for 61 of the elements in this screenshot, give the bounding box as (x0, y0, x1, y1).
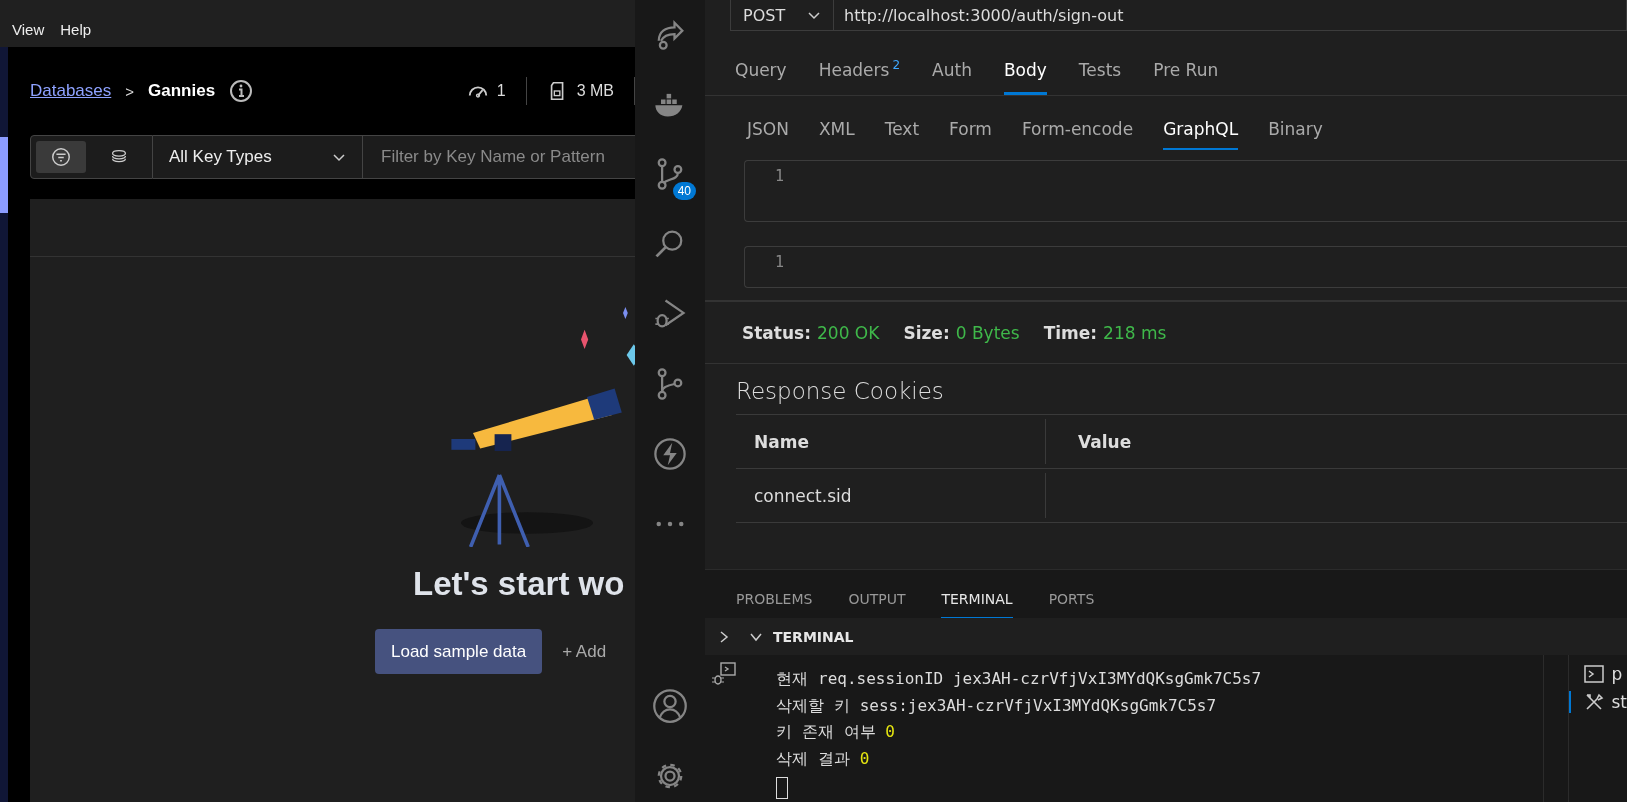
filter-mode-button[interactable] (36, 141, 86, 173)
request-tab[interactable]: Query (735, 60, 787, 95)
account-icon[interactable] (652, 688, 688, 724)
request-tab[interactable]: Body (1003, 60, 1047, 95)
section-title: TERMINAL (773, 628, 854, 645)
panel-tab[interactable]: PORTS (1048, 591, 1095, 618)
menu-item[interactable]: View (12, 21, 45, 38)
metric-label: Status: (742, 322, 811, 343)
method-dropdown[interactable]: POST (730, 0, 834, 31)
body-type-tab[interactable]: Text (884, 119, 920, 150)
metric-value: 218 ms (1103, 322, 1167, 343)
lightning-icon[interactable] (652, 436, 688, 472)
terminal-icon (1583, 663, 1606, 685)
filter-field[interactable]: Filter by Key Name or Pattern (363, 135, 635, 179)
request-tab[interactable]: Headers $^{2}$ (818, 58, 901, 95)
key-type-dropdown[interactable]: All Key Types (153, 135, 363, 179)
panel-tab[interactable]: PROBLEMS (736, 591, 813, 618)
breadcrumb-link[interactable]: Databases (30, 81, 112, 101)
body-type-tab[interactable]: GraphQL (1163, 119, 1239, 150)
debug-console-icon[interactable] (711, 661, 737, 687)
metric-label: Size: (903, 322, 950, 343)
body-type-tab[interactable]: Binary (1268, 119, 1323, 150)
request-tab[interactable]: Pre Run (1153, 60, 1219, 95)
filter-icon (50, 146, 72, 168)
terminal-line: 키 존재 여부 0 (776, 722, 896, 743)
section-title: Response Cookies (736, 377, 945, 406)
stat-value: 1 (496, 82, 506, 100)
line-number: 1 (775, 167, 785, 185)
add-key-button[interactable]: + Add (558, 641, 611, 662)
code-editor[interactable]: 1 (744, 246, 1627, 288)
line-number: 1 (775, 253, 785, 271)
terminal-list-item[interactable]: p (1569, 663, 1627, 685)
menu-item[interactable]: Help (60, 21, 92, 38)
stat-value: 3 MB (576, 82, 614, 100)
load-sample-data-button[interactable]: Load sample data (375, 629, 543, 674)
info-icon[interactable] (229, 79, 254, 103)
metric-value: 200 OK (817, 322, 880, 343)
database-name: Gannies (148, 81, 216, 101)
body-type-tab[interactable]: Form-encode (1021, 119, 1134, 150)
table-cell: connect.sid (736, 473, 1046, 518)
code-editor[interactable]: 1 (744, 160, 1627, 222)
metric-label: Time: (1043, 322, 1098, 343)
column-header: Name (736, 419, 1046, 464)
url-field[interactable]: http://localhost:3000/auth/sign-out (834, 0, 1627, 31)
text-cursor (776, 777, 789, 799)
body-type-tab[interactable]: XML (818, 119, 855, 150)
metric-value: 0 Bytes (955, 322, 1020, 343)
terminal[interactable]: 현재 req.sessionID jex3AH-czrVfjVxI3MYdQKsgGmk7C5s7 삭제할 키 sess:jex3AH-czrVfjVxI3MYdQKsgGmk7C5s7 키 존재 여부 0 삭제 결과 0 (744, 655, 1545, 802)
panel-tab[interactable]: OUTPUT (848, 591, 906, 618)
breadcrumb-separator: > (125, 82, 135, 100)
terminal-list-item[interactable]: st (1569, 691, 1627, 713)
body-type-tab[interactable]: Form (949, 119, 992, 150)
empty-state-heading: Let's start wo (413, 565, 626, 603)
terminal-line: 삭제할 키 sess:jex3AH-czrVfjVxI3MYdQKsgGmk7C5s7 (776, 695, 1218, 717)
count-badge: 40 (672, 182, 696, 200)
column-header: Value (1077, 430, 1133, 454)
request-tab[interactable]: Auth (932, 60, 972, 95)
body-type-tab[interactable]: JSON (747, 119, 789, 150)
terminal-line: 삭제 결과 0 (776, 748, 871, 770)
request-tab[interactable]: Tests (1078, 60, 1122, 95)
terminal-line: 현재 req.sessionID jex3AH-czrVfjVxI3MYdQKsgGmk7C5s7 (776, 669, 1263, 690)
